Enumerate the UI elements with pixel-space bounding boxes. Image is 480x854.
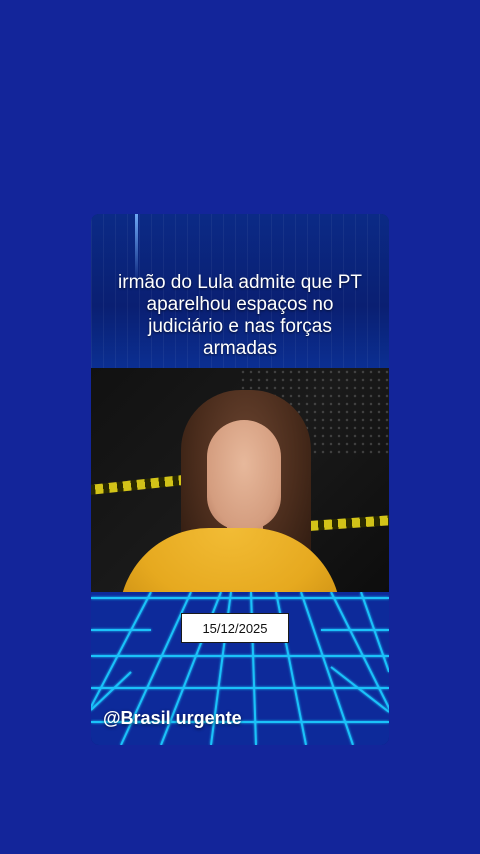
presenter-face [207,420,281,530]
presenter-video-frame[interactable] [91,368,389,592]
video-card[interactable]: irmão do Lula admite que PT aparelhou es… [91,214,389,745]
headline-panel: irmão do Lula admite que PT aparelhou es… [91,214,389,368]
neon-grid-panel: 15/12/2025 @Brasil urgente [91,592,389,745]
headline-text: irmão do Lula admite que PT aparelhou es… [118,272,362,359]
date-label: 15/12/2025 [181,613,289,643]
channel-handle: @Brasil urgente [103,708,242,728]
studio-light-stripe [91,474,192,496]
